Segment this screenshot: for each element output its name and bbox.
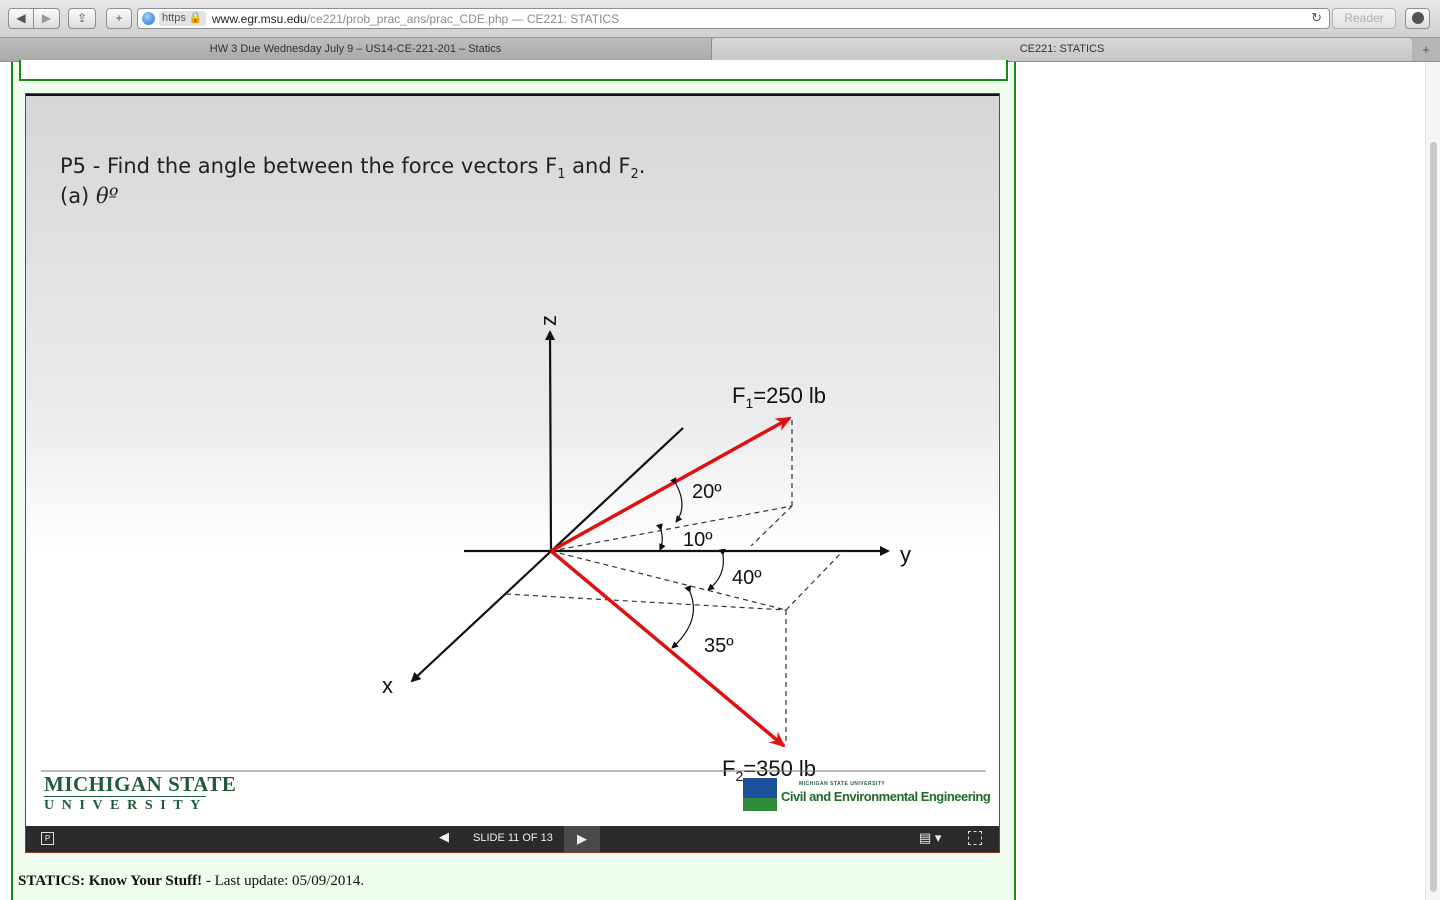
- fullscreen-icon[interactable]: [968, 831, 982, 845]
- msu-logo: MICHIGAN STATE UNIVERSITY: [44, 772, 237, 813]
- previous-slide-button[interactable]: ◀: [439, 829, 449, 845]
- url-path: /ce221/prob_prac_ans/prac_CDE.php: [306, 12, 509, 26]
- x-axis: [410, 427, 684, 683]
- tab-homework[interactable]: HW 3 Due Wednesday July 9 – US14-CE-221-…: [0, 38, 712, 61]
- right-margin: [1018, 62, 1424, 900]
- slide-player-controls: P ◀ SLIDE 11 OF 13 ▶ ▤ ▾: [26, 826, 999, 852]
- scrollbar-thumb[interactable]: [1430, 142, 1437, 892]
- cee-emblem-icon: [743, 778, 777, 811]
- browser-toolbar: ◀ ▶ ⇪ + https 🔒 www.egr.msu.edu/ce221/pr…: [0, 0, 1440, 38]
- angle-10-label: 10º: [683, 529, 713, 551]
- https-badge: https 🔒: [159, 11, 206, 26]
- tab-statics[interactable]: CE221: STATICS: [712, 38, 1412, 61]
- forward-button[interactable]: ▶: [33, 8, 60, 29]
- download-ppt-icon[interactable]: P: [41, 832, 54, 845]
- f1-label: F1=250 lb: [732, 383, 826, 411]
- angle-arcs: [656, 477, 726, 649]
- x-axis-label: x: [382, 673, 393, 698]
- download-icon: [1412, 12, 1424, 24]
- angle-40-label: 40º: [732, 567, 762, 589]
- notes-menu-button[interactable]: ▤ ▾: [919, 830, 941, 846]
- angle-20-label: 20º: [692, 481, 722, 503]
- cee-logo: MICHIGAN STATE UNIVERSITY Civil and Envi…: [743, 778, 991, 812]
- downloads-button[interactable]: [1405, 8, 1430, 29]
- y-axis-label: y: [900, 542, 911, 567]
- address-bar[interactable]: https 🔒 www.egr.msu.edu/ce221/prob_prac_…: [137, 8, 1330, 29]
- angle-35-label: 35º: [704, 635, 734, 657]
- page-title-suffix: — CE221: STATICS: [508, 12, 620, 26]
- page-footer: STATICS: Know Your Stuff! - Last update:…: [18, 873, 365, 889]
- new-tab-button[interactable]: +: [1412, 38, 1440, 61]
- reload-icon[interactable]: ↻: [1311, 10, 1322, 26]
- globe-icon: [142, 12, 155, 25]
- next-slide-button[interactable]: ▶: [564, 826, 600, 852]
- projection-lines: [505, 420, 844, 744]
- reader-button[interactable]: Reader: [1332, 8, 1396, 29]
- slide-body: P5 - Find the angle between the force ve…: [26, 96, 999, 826]
- slide-viewer: P5 - Find the angle between the force ve…: [25, 93, 1000, 853]
- force-vector-diagram: z y x F1=250 lb F2=350 lb 20º 10º 40º 35…: [41, 315, 986, 784]
- f1-vector: [550, 416, 792, 553]
- add-bookmark-button[interactable]: +: [106, 8, 132, 29]
- previous-content-box: [19, 60, 1008, 81]
- slide-counter: SLIDE 11 OF 13: [473, 832, 553, 844]
- url-host: www.egr.msu.edu: [212, 12, 307, 26]
- share-button[interactable]: ⇪: [68, 8, 96, 29]
- scrollbar[interactable]: [1425, 62, 1440, 900]
- z-axis-label: z: [536, 315, 561, 326]
- z-axis: [545, 330, 556, 552]
- tab-bar: HW 3 Due Wednesday July 9 – US14-CE-221-…: [0, 38, 1440, 62]
- url-text: www.egr.msu.edu/ce221/prob_prac_ans/prac…: [212, 12, 619, 26]
- back-button[interactable]: ◀: [8, 8, 34, 29]
